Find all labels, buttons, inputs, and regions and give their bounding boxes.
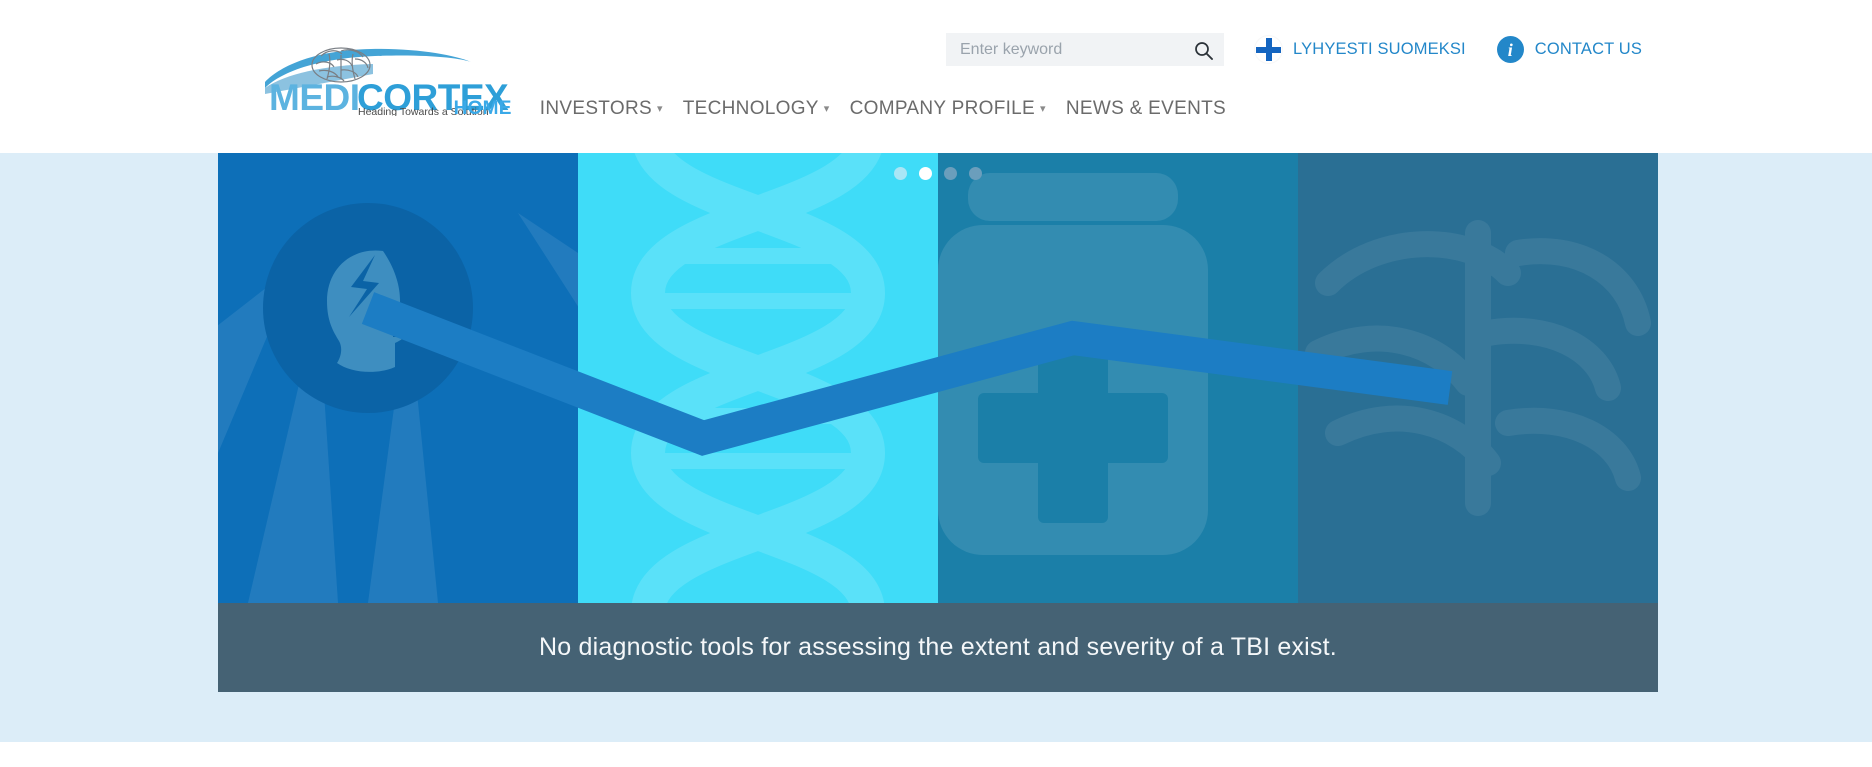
page-root: MEDI CORTEX Heading Towards a Solution E… [0,0,1872,767]
nav-list: HOME INVESTORS ▾ TECHNOLOGY ▾ COMPANY PROF… [440,98,1240,120]
search-submit-button[interactable] [1190,37,1216,63]
nav-link-investors[interactable]: INVESTORS ▾ [526,98,669,120]
search-icon [1194,41,1213,60]
hero-caption-text: No diagnostic tools for assessing the ex… [539,633,1337,661]
main-navigation: HOME INVESTORS ▾ TECHNOLOGY ▾ COMPANY PROF… [0,98,1872,120]
nav-link-home[interactable]: HOME [440,98,526,120]
nav-item-home[interactable]: HOME [440,98,526,120]
journey-connector-line [361,292,1453,456]
contact-us-label: CONTACT US [1534,40,1643,58]
carousel-dot-1[interactable] [894,167,907,180]
nav-link-company-profile[interactable]: COMPANY PROFILE ▾ [836,98,1052,120]
nav-label-technology: TECHNOLOGY [682,98,819,119]
language-link-label: LYHYESTI SUOMEKSI [1293,40,1466,58]
header-utility-bar: LYHYESTI SUOMEKSI i CONTACT US [946,33,1642,66]
nav-label-company-profile: COMPANY PROFILE [849,98,1036,119]
nav-link-news-events[interactable]: NEWS & EVENTS [1052,98,1240,120]
nav-label-investors: INVESTORS [539,98,652,119]
language-link-suomeksi[interactable]: LYHYESTI SUOMEKSI [1255,36,1466,63]
hero-carousel[interactable] [218,153,1658,603]
finnish-flag-cross-icon [1255,36,1282,63]
search-input[interactable] [960,34,1192,65]
info-circle-icon: i [1496,36,1524,63]
nav-item-investors[interactable]: INVESTORS ▾ [526,98,669,120]
carousel-dot-2[interactable] [919,167,932,180]
chevron-down-icon: ▾ [1040,103,1046,115]
hero-caption-bar: No diagnostic tools for assessing the ex… [218,603,1658,692]
carousel-dot-4[interactable] [969,167,982,180]
nav-item-technology[interactable]: TECHNOLOGY ▾ [669,98,836,120]
carousel-dots[interactable] [894,167,982,180]
search-form[interactable] [946,33,1224,66]
nav-item-company-profile[interactable]: COMPANY PROFILE ▾ [836,98,1052,120]
site-header: MEDI CORTEX Heading Towards a Solution E… [0,0,1872,153]
carousel-dot-3[interactable] [944,167,957,180]
nav-item-news-events[interactable]: NEWS & EVENTS [1052,98,1240,120]
chevron-down-icon: ▾ [656,103,663,115]
nav-link-technology[interactable]: TECHNOLOGY ▾ [669,98,836,120]
chevron-down-icon: ▾ [823,103,830,115]
contact-us-link[interactable]: i CONTACT US [1496,36,1643,63]
